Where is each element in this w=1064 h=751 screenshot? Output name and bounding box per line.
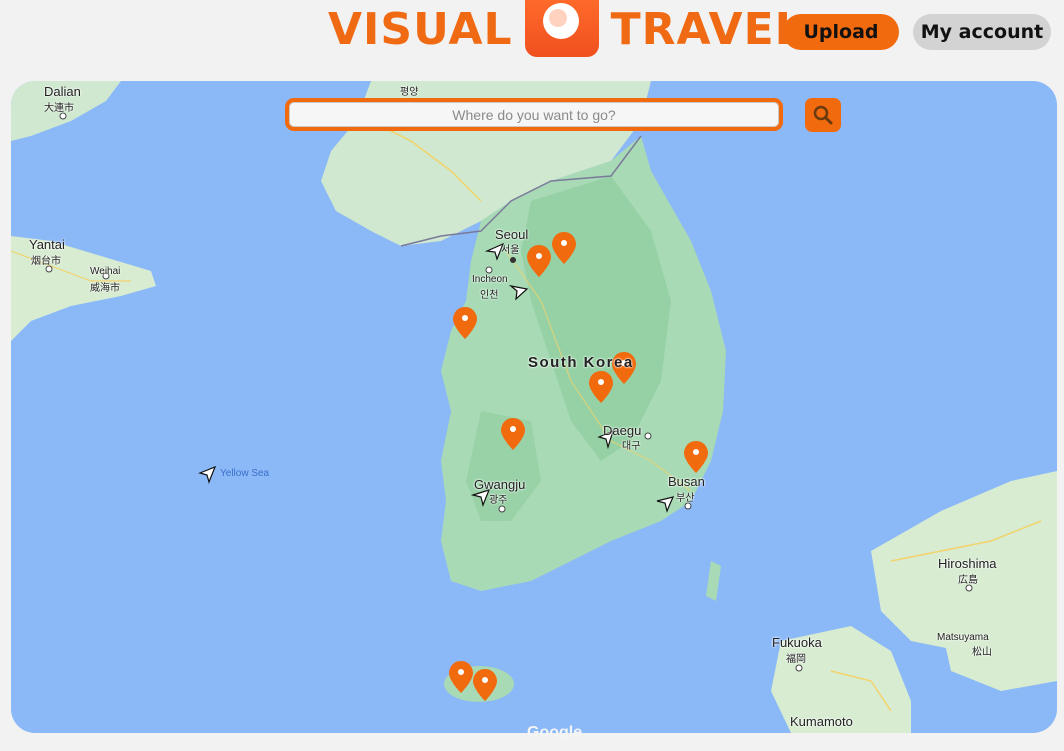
- map-label-fukuoka: Fukuoka: [772, 635, 822, 650]
- map-label-seoul-local: 서울: [501, 245, 520, 256]
- search-icon: [813, 105, 833, 125]
- map-label-dalian: Dalian: [44, 84, 81, 99]
- location-pin-icon: [589, 371, 613, 403]
- top-bar: VISUAL TRAVEL Upload My account: [0, 0, 1064, 70]
- map-label-weihai-local: 威海市: [90, 283, 120, 294]
- location-pin-icon: [473, 669, 497, 701]
- location-pin-icon: [684, 441, 708, 473]
- logo-text-right: TRAVEL: [610, 4, 804, 55]
- my-account-button[interactable]: My account: [913, 14, 1051, 50]
- google-attribution: Google: [527, 724, 583, 741]
- location-pin-icon: [453, 307, 477, 339]
- map-label-gwangju-local: 광주: [489, 495, 508, 506]
- location-pin-icon: [552, 232, 576, 264]
- camera-icon: [524, 0, 599, 57]
- map-label-daegu-local: 대구: [622, 441, 641, 452]
- map-label-matsuyama: Matsuyama: [937, 632, 989, 643]
- map-label-matsuyama-local: 松山: [972, 647, 992, 658]
- upload-button[interactable]: Upload: [783, 14, 899, 50]
- app-logo[interactable]: VISUAL TRAVEL: [328, 0, 804, 60]
- map-view[interactable]: [11, 81, 1057, 733]
- location-pin-icon: [501, 418, 525, 450]
- logo-text-left: VISUAL: [328, 4, 513, 55]
- map-label-weihai: Weihai: [90, 266, 121, 277]
- map-label-yantai: Yantai: [29, 237, 65, 252]
- map-label-incheon: Incheon: [472, 274, 508, 285]
- map-label-yellow-sea: Yellow Sea: [220, 468, 270, 479]
- map-label-fukuoka-local: 福岡: [786, 654, 806, 665]
- map-label-pyongyang-local: 평양: [400, 87, 419, 98]
- map-label-busan: Busan: [668, 474, 705, 489]
- map-label-yantai-local: 烟台市: [31, 256, 61, 267]
- map-label-incheon-local: 인천: [480, 290, 499, 301]
- search-button[interactable]: [805, 98, 841, 132]
- map-label-busan-local: 부산: [676, 493, 695, 504]
- map-label-gwangju: Gwangju: [474, 477, 526, 492]
- search-bar: [285, 98, 783, 131]
- map-label-hiroshima-local: 広島: [958, 575, 978, 586]
- map-label-dalian-local: 大連市: [44, 103, 74, 114]
- map-label-hiroshima: Hiroshima: [938, 556, 997, 571]
- map-label-daegu: Daegu: [603, 423, 642, 438]
- location-pin-icon: [527, 245, 551, 277]
- map-label-seoul: Seoul: [495, 227, 529, 242]
- map-label-south-korea: South Korea: [528, 354, 634, 371]
- location-pin-icon: [449, 661, 473, 693]
- map-label-kumamoto: Kumamoto: [790, 714, 853, 729]
- search-input[interactable]: [289, 102, 779, 127]
